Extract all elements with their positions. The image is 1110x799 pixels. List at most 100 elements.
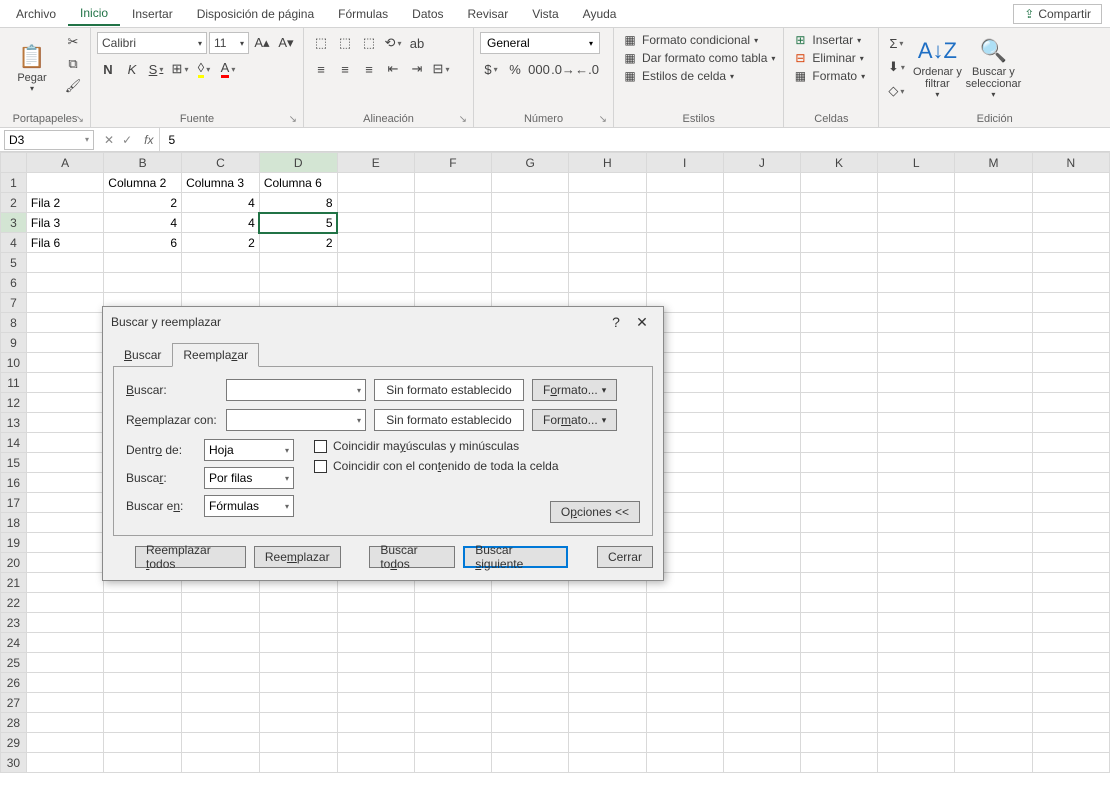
cell[interactable]: [878, 673, 955, 693]
cell[interactable]: [259, 653, 337, 673]
cell[interactable]: [646, 173, 723, 193]
dialog-tab-reemplazar[interactable]: Reemplazar: [172, 343, 259, 367]
cell[interactable]: [800, 753, 877, 773]
dialog-tab-buscar[interactable]: Buscar: [113, 343, 172, 367]
font-size-combo[interactable]: 11▾: [209, 32, 249, 54]
row-header[interactable]: 22: [1, 593, 27, 613]
row-header[interactable]: 16: [1, 473, 27, 493]
delete-cells-button[interactable]: ⊟Eliminar ▾: [790, 50, 865, 66]
cell[interactable]: [26, 633, 103, 653]
row-header[interactable]: 25: [1, 653, 27, 673]
decrease-indent-button[interactable]: ⇤: [382, 58, 404, 80]
cell[interactable]: [646, 213, 723, 233]
cell[interactable]: [259, 693, 337, 713]
cell[interactable]: [492, 173, 569, 193]
column-header[interactable]: C: [182, 153, 260, 173]
alignment-launcher-icon[interactable]: ↘: [459, 114, 467, 125]
row-header[interactable]: 12: [1, 393, 27, 413]
cell[interactable]: [878, 333, 955, 353]
menu-datos[interactable]: Datos: [400, 3, 455, 25]
cell[interactable]: [723, 753, 800, 773]
conditional-format-button[interactable]: ▦Formato condicional ▾: [620, 32, 760, 48]
cell[interactable]: [569, 693, 646, 713]
cell[interactable]: [1032, 173, 1109, 193]
cell[interactable]: [569, 273, 646, 293]
cell[interactable]: [955, 613, 1032, 633]
cell[interactable]: [955, 473, 1032, 493]
cell[interactable]: [878, 573, 955, 593]
cell[interactable]: [878, 273, 955, 293]
cell[interactable]: [337, 213, 414, 233]
cell[interactable]: [414, 653, 491, 673]
borders-button[interactable]: ⊞: [169, 58, 191, 80]
bold-button[interactable]: N: [97, 58, 119, 80]
cell[interactable]: [337, 733, 414, 753]
cell[interactable]: [955, 353, 1032, 373]
cell[interactable]: Fila 3: [26, 213, 103, 233]
cell[interactable]: [1032, 733, 1109, 753]
name-box[interactable]: D3▾: [4, 130, 94, 150]
cell[interactable]: [492, 233, 569, 253]
cell[interactable]: [955, 313, 1032, 333]
align-center-button[interactable]: ≡: [334, 58, 356, 80]
column-header[interactable]: A: [26, 153, 103, 173]
cell[interactable]: [955, 433, 1032, 453]
cell[interactable]: [646, 613, 723, 633]
decrease-font-button[interactable]: A▾: [275, 32, 297, 54]
column-header[interactable]: L: [878, 153, 955, 173]
copy-button[interactable]: ⧉: [62, 54, 84, 74]
find-input[interactable]: ▾: [226, 379, 366, 401]
cell[interactable]: [878, 733, 955, 753]
cell[interactable]: [492, 213, 569, 233]
menu-ayuda[interactable]: Ayuda: [571, 3, 629, 25]
row-header[interactable]: 27: [1, 693, 27, 713]
cell[interactable]: [800, 593, 877, 613]
cell[interactable]: [337, 613, 414, 633]
cell[interactable]: [878, 653, 955, 673]
cell[interactable]: [955, 753, 1032, 773]
cell[interactable]: [955, 293, 1032, 313]
match-entire-checkbox[interactable]: Coincidir con el contenido de toda la ce…: [314, 459, 559, 473]
cell[interactable]: [104, 673, 182, 693]
cell[interactable]: [723, 233, 800, 253]
cell[interactable]: [955, 533, 1032, 553]
cell[interactable]: Fila 2: [26, 193, 103, 213]
row-header[interactable]: 30: [1, 753, 27, 773]
cell[interactable]: [723, 313, 800, 333]
cancel-formula-icon[interactable]: ✕: [104, 133, 114, 147]
cell[interactable]: [414, 273, 491, 293]
cell[interactable]: Columna 2: [104, 173, 182, 193]
cell[interactable]: [569, 233, 646, 253]
cell[interactable]: [1032, 513, 1109, 533]
cell[interactable]: [646, 673, 723, 693]
cell[interactable]: [723, 433, 800, 453]
cell[interactable]: [1032, 373, 1109, 393]
cell[interactable]: [26, 273, 103, 293]
menu-insertar[interactable]: Insertar: [120, 3, 185, 25]
cell[interactable]: [723, 173, 800, 193]
cell[interactable]: [955, 633, 1032, 653]
cell[interactable]: [723, 293, 800, 313]
cell[interactable]: [955, 493, 1032, 513]
cell[interactable]: [104, 633, 182, 653]
cell[interactable]: [723, 693, 800, 713]
cell[interactable]: [723, 533, 800, 553]
cell[interactable]: [878, 233, 955, 253]
cell[interactable]: [800, 473, 877, 493]
cell[interactable]: [1032, 693, 1109, 713]
cell[interactable]: [723, 473, 800, 493]
cell[interactable]: [1032, 593, 1109, 613]
row-header[interactable]: 5: [1, 253, 27, 273]
cell[interactable]: [259, 593, 337, 613]
cell[interactable]: [723, 413, 800, 433]
cell[interactable]: [1032, 273, 1109, 293]
cell[interactable]: [800, 493, 877, 513]
cell[interactable]: [569, 253, 646, 273]
cell[interactable]: [646, 653, 723, 673]
replace-button[interactable]: Reemplazar: [254, 546, 341, 568]
percent-button[interactable]: %: [504, 58, 526, 80]
cell[interactable]: [955, 553, 1032, 573]
dialog-help-button[interactable]: ?: [603, 314, 629, 330]
row-header[interactable]: 2: [1, 193, 27, 213]
cell[interactable]: [337, 633, 414, 653]
